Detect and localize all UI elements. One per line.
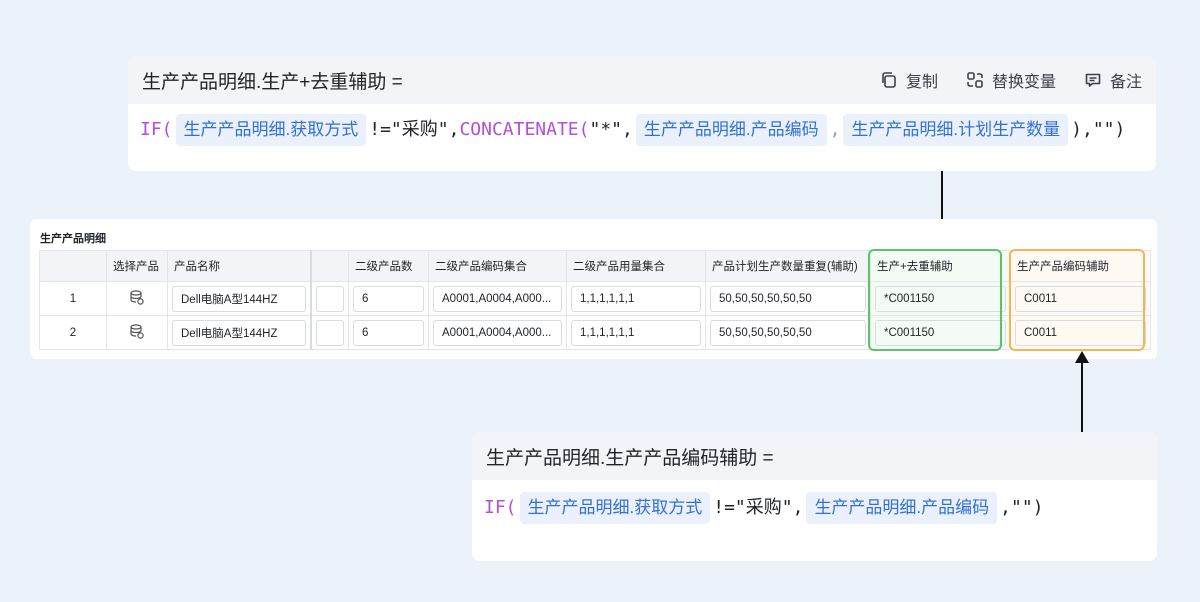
fn-if: IF( [140,119,173,140]
code-aux-cell[interactable]: C0011 [1010,281,1151,316]
sub-count-input[interactable]: 6 [353,285,424,312]
name-cell[interactable]: Dell电脑A型144HZ [167,315,311,350]
copy-button[interactable]: 复制 [880,68,938,92]
plan-repeat-input[interactable]: 50,50,50,50,50,50 [710,319,866,346]
formula-card-code-aux: 生产产品明细.生产产品编码辅助 = IF( 生产产品明细.获取方式 !="采购"… [472,432,1157,561]
table-header-row: 选择产品 产品名称 二级产品数 二级产品编码集合 二级产品用量集合 产品计划生产… [39,250,1151,282]
name-input[interactable]: Dell电脑A型144HZ [172,285,306,312]
string-star: "*", [589,119,633,140]
field-token-product-code[interactable]: 生产产品明细.产品编码 [806,492,998,524]
header-sub-usage: 二级产品用量集合 [566,250,706,282]
formula-title: 生产产品明细.生产+去重辅助 = [142,71,403,93]
operator-not-purchase: !="采购", [369,119,460,140]
sub-codes-input[interactable]: A0001,A0004,A000... [433,319,562,346]
subform-panel: 生产产品明细 选择产品 产品名称 二级产品数 二级产品编码集合 二级产品用量集合… [30,219,1157,359]
formula-end: ),"") [1071,119,1126,140]
code-aux-input[interactable]: C0011 [1015,285,1146,312]
sub-count-cell[interactable]: 6 [348,315,429,350]
plan-repeat-cell[interactable]: 50,50,50,50,50,50 [705,281,871,316]
note-button[interactable]: 备注 [1084,68,1142,92]
header-index [39,250,107,282]
header-select: 选择产品 [106,250,168,282]
replace-variable-button[interactable]: 替换变量 [966,68,1056,92]
operator-not-purchase: !="采购", [713,497,804,518]
dedupe-cell[interactable]: *C001150 [870,315,1011,350]
sub-usage-cell[interactable]: 1,1,1,1,1,1 [566,281,706,316]
formula-expression[interactable]: IF( 生产产品明细.获取方式 !="采购", CONCATENATE( "*"… [128,104,1156,156]
sub-usage-input[interactable]: 1,1,1,1,1,1 [571,285,701,312]
sub-count-cell[interactable]: 6 [348,281,429,316]
arrow-line-bottom [1081,362,1083,432]
sub-count-input[interactable]: 6 [353,319,424,346]
formula-actions: 复制 替换变量 备注 [880,68,1142,92]
database-select-icon[interactable] [130,323,144,339]
select-product-cell[interactable] [106,281,168,316]
hidden-cell [309,315,349,350]
subform-title: 生产产品明细 [40,233,106,245]
comma: , [829,119,841,140]
sub-codes-cell[interactable]: A0001,A0004,A000... [428,281,567,316]
table-row: 2 Dell电脑A型144HZ 6 A0001,A0004,A000... 1,… [39,315,1151,350]
code-aux-input[interactable]: C0011 [1015,319,1146,346]
header-name: 产品名称 [167,250,311,282]
name-cell[interactable]: Dell电脑A型144HZ [167,281,311,316]
sub-codes-cell[interactable]: A0001,A0004,A000... [428,315,567,350]
formula-end: ,"") [1000,497,1044,518]
header-sub-codes: 二级产品编码集合 [428,250,567,282]
field-token-acquire-method[interactable]: 生产产品明细.获取方式 [175,114,367,146]
note-icon [1085,73,1101,87]
sub-usage-cell[interactable]: 1,1,1,1,1,1 [566,315,706,350]
dedupe-input[interactable]: *C001150 [875,319,1006,346]
formula-card-header: 生产产品明细.生产+去重辅助 = 复制 替换变量 备注 [128,56,1156,104]
hidden-input[interactable] [315,285,344,312]
formula-expression[interactable]: IF( 生产产品明细.获取方式 !="采购", 生产产品明细.产品编码 ,"") [472,480,1157,534]
hidden-input[interactable] [315,319,344,346]
field-token-product-code[interactable]: 生产产品明细.产品编码 [635,114,827,146]
copy-icon [882,72,896,88]
field-token-plan-quantity[interactable]: 生产产品明细.计划生产数量 [843,114,1069,146]
note-label: 备注 [1109,74,1142,91]
field-token-acquire-method[interactable]: 生产产品明细.获取方式 [519,492,711,524]
hidden-cell [309,281,349,316]
production-detail-table: 选择产品 产品名称 二级产品数 二级产品编码集合 二级产品用量集合 产品计划生产… [39,250,1151,350]
header-dedupe: 生产+去重辅助 [870,250,1011,282]
plan-repeat-cell[interactable]: 50,50,50,50,50,50 [705,315,871,350]
header-hidden [309,250,349,282]
name-input[interactable]: Dell电脑A型144HZ [172,319,306,346]
select-product-cell[interactable] [106,315,168,350]
sub-codes-input[interactable]: A0001,A0004,A000... [433,285,562,312]
header-code-aux: 生产产品编码辅助 [1010,250,1151,282]
plan-repeat-input[interactable]: 50,50,50,50,50,50 [710,285,866,312]
replace-variable-label: 替换变量 [991,74,1056,91]
fn-concatenate: CONCATENATE( [459,119,590,140]
formula-title: 生产产品明细.生产产品编码辅助 = [486,447,774,469]
dedupe-input[interactable]: *C001150 [875,285,1006,312]
formula-card-header: 生产产品明细.生产产品编码辅助 = [472,432,1157,480]
table-row: 1 Dell电脑A型144HZ 6 A0001,A0004,A000... 1,… [39,281,1151,316]
header-sub-count: 二级产品数 [348,250,429,282]
dedupe-cell[interactable]: *C001150 [870,281,1011,316]
row-index: 1 [39,281,107,316]
replace-variable-icon [967,72,983,88]
formula-card-dedupe: 生产产品明细.生产+去重辅助 = 复制 替换变量 备注 IF( 生产产品明细.获… [128,56,1156,171]
sub-usage-input[interactable]: 1,1,1,1,1,1 [571,319,701,346]
database-select-icon[interactable] [130,289,144,305]
code-aux-cell[interactable]: C0011 [1010,315,1151,350]
fn-if: IF( [484,497,517,518]
row-index: 2 [39,315,107,350]
header-plan-repeat: 产品计划生产数量重复(辅助) [705,250,871,282]
copy-label: 复制 [905,74,938,91]
